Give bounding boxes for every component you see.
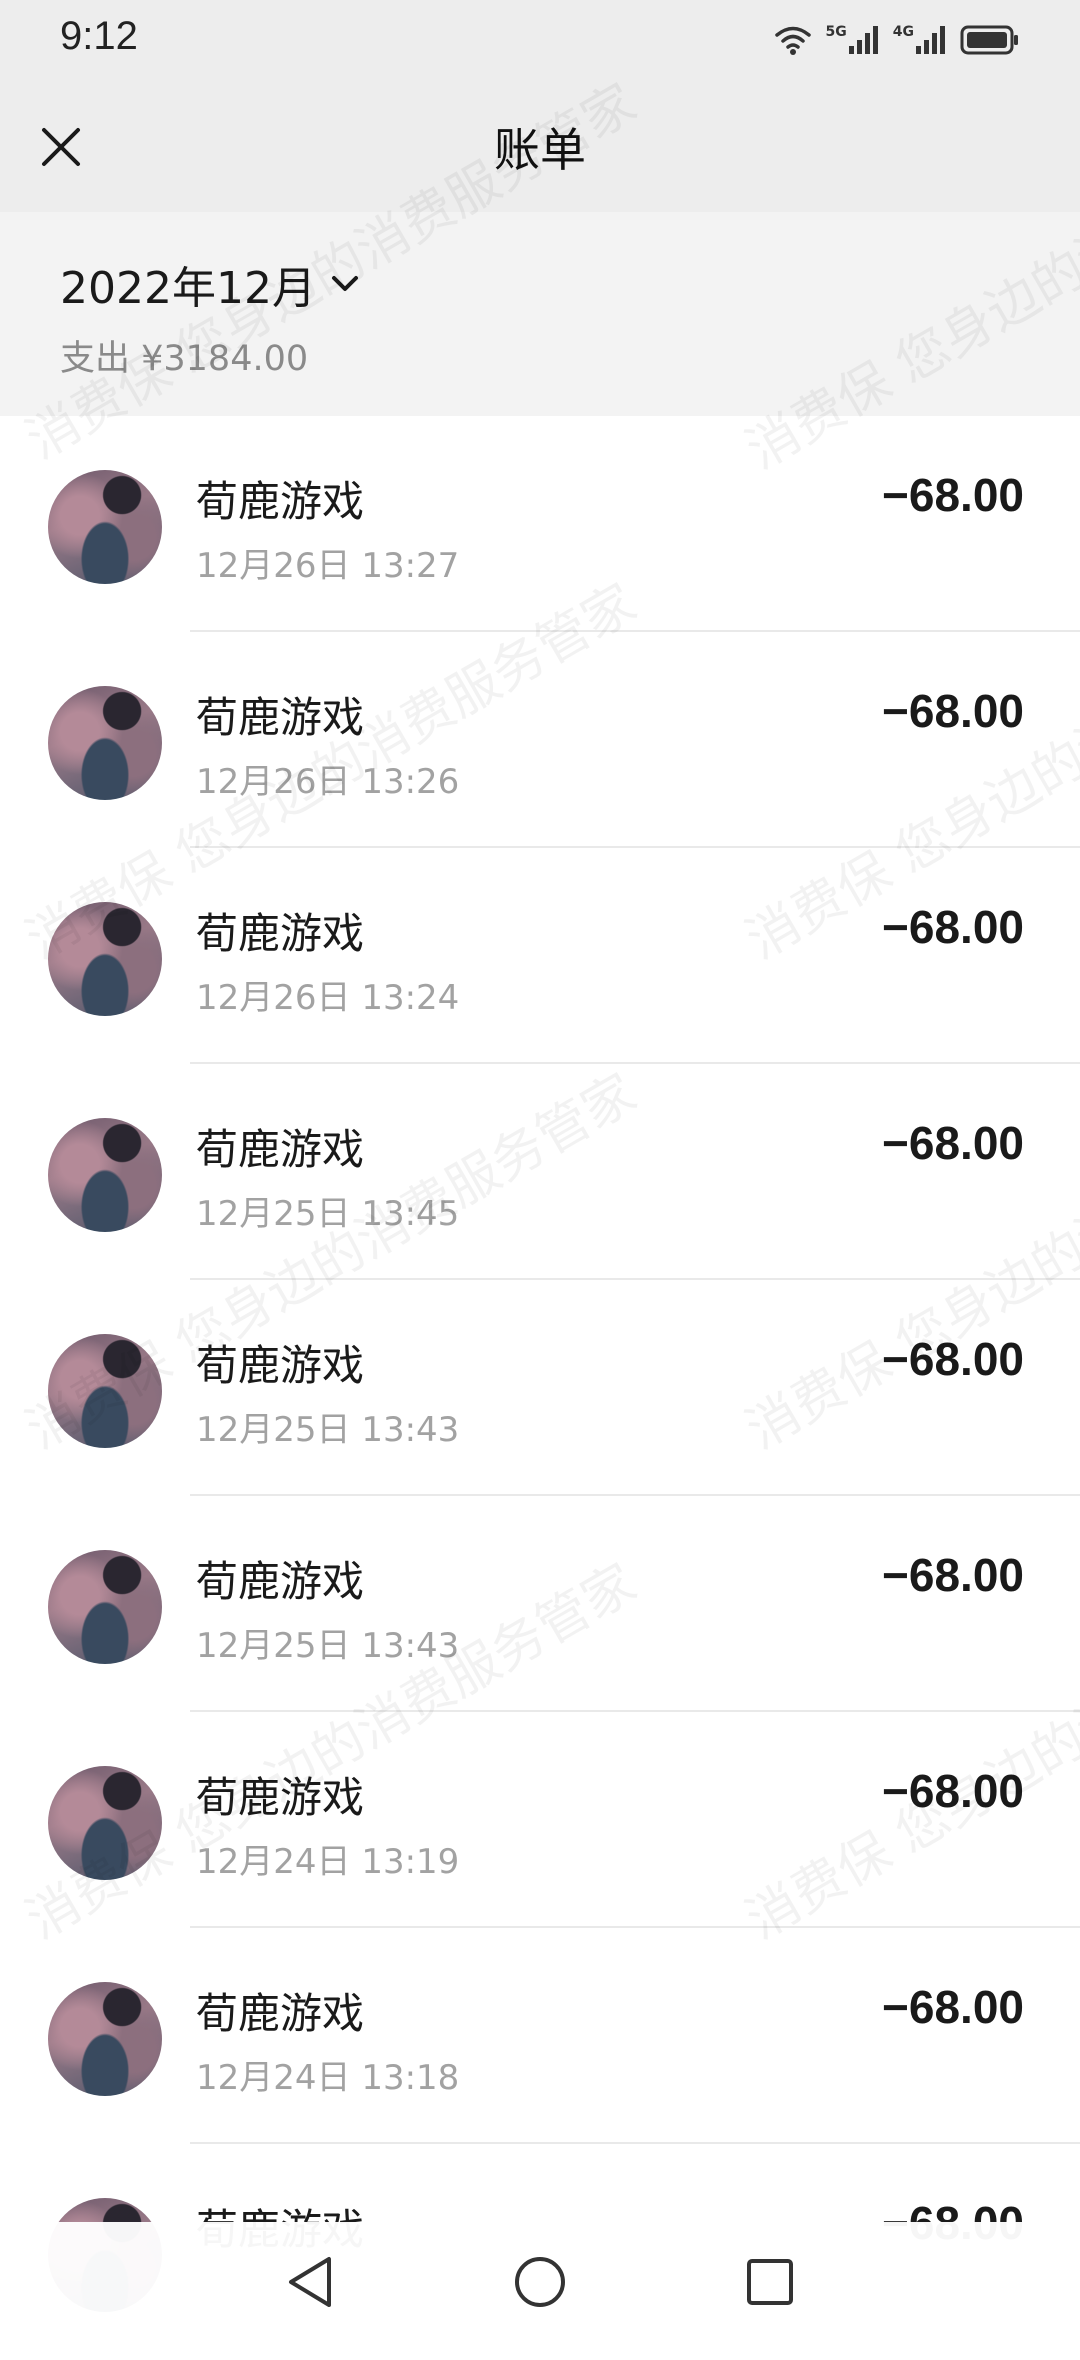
- month-label: 2022年12月: [60, 252, 316, 316]
- transaction-time: 12月25日 13:45: [196, 1186, 459, 1235]
- month-selector[interactable]: 2022年12月: [60, 252, 360, 316]
- merchant-avatar: [48, 470, 162, 584]
- transaction-row[interactable]: 荀鹿游戏 12月26日 13:27 −68.00: [0, 416, 1080, 632]
- transaction-row[interactable]: 荀鹿游戏 12月25日 13:43 −68.00: [0, 1496, 1080, 1712]
- home-button[interactable]: [508, 2250, 572, 2314]
- recents-square-icon: [745, 2257, 795, 2307]
- merchant-avatar: [48, 1982, 162, 2096]
- transaction-amount: −68.00: [882, 900, 1024, 954]
- merchant-name: 荀鹿游戏: [196, 468, 364, 529]
- back-button[interactable]: [278, 2250, 342, 2314]
- merchant-avatar: [48, 686, 162, 800]
- transaction-amount: −68.00: [882, 1548, 1024, 1602]
- transaction-list: 荀鹿游戏 12月26日 13:27 −68.00 荀鹿游戏 12月26日 13:…: [0, 416, 1080, 2360]
- network-5g-label: 5G: [826, 24, 847, 40]
- status-time: 9:12: [60, 14, 138, 59]
- signal-5g-icon: 5G: [826, 24, 879, 56]
- expense-total: 支出 ¥3184.00: [60, 330, 308, 381]
- merchant-avatar: [48, 1550, 162, 1664]
- home-circle-icon: [513, 2255, 567, 2309]
- transaction-row[interactable]: 荀鹿游戏 12月25日 13:45 −68.00: [0, 1064, 1080, 1280]
- transaction-row[interactable]: 荀鹿游戏 12月24日 13:18 −68.00: [0, 1928, 1080, 2144]
- nav-bar: 账单: [0, 80, 1080, 212]
- transaction-amount: −68.00: [882, 1116, 1024, 1170]
- transaction-row[interactable]: 荀鹿游戏 12月25日 13:43 −68.00: [0, 1280, 1080, 1496]
- transaction-amount: −68.00: [882, 1980, 1024, 2034]
- chevron-down-icon: [330, 274, 360, 294]
- transaction-row[interactable]: 荀鹿游戏 12月24日 13:19 −68.00: [0, 1712, 1080, 1928]
- transaction-time: 12月25日 13:43: [196, 1402, 459, 1451]
- recents-button[interactable]: [738, 2250, 802, 2314]
- status-bar: 9:12 5G 4G: [0, 0, 1080, 80]
- page-title: 账单: [0, 114, 1080, 180]
- back-triangle-icon: [285, 2255, 335, 2309]
- merchant-avatar: [48, 902, 162, 1016]
- merchant-avatar: [48, 1334, 162, 1448]
- merchant-name: 荀鹿游戏: [196, 1980, 364, 2041]
- merchant-name: 荀鹿游戏: [196, 684, 364, 745]
- month-summary-header: 2022年12月 支出 ¥3184.00: [0, 212, 1080, 416]
- transaction-time: 12月26日 13:27: [196, 538, 459, 587]
- transaction-row[interactable]: 荀鹿游戏 12月26日 13:24 −68.00: [0, 848, 1080, 1064]
- transaction-row[interactable]: 荀鹿游戏 12月26日 13:26 −68.00: [0, 632, 1080, 848]
- merchant-name: 荀鹿游戏: [196, 1332, 364, 1393]
- transaction-amount: −68.00: [882, 684, 1024, 738]
- network-4g-label: 4G: [893, 24, 914, 40]
- transaction-time: 12月25日 13:43: [196, 1618, 459, 1667]
- battery-icon: [960, 24, 1020, 56]
- merchant-avatar: [48, 1766, 162, 1880]
- merchant-name: 荀鹿游戏: [196, 1764, 364, 1825]
- status-icons: 5G 4G: [774, 18, 1020, 62]
- wifi-icon: [774, 24, 812, 56]
- merchant-name: 荀鹿游戏: [196, 900, 364, 961]
- merchant-name: 荀鹿游戏: [196, 1548, 364, 1609]
- system-nav-bar: [0, 2222, 1080, 2340]
- transaction-amount: −68.00: [882, 1332, 1024, 1386]
- transaction-time: 12月24日 13:18: [196, 2050, 459, 2099]
- merchant-name: 荀鹿游戏: [196, 1116, 364, 1177]
- transaction-time: 12月24日 13:19: [196, 1834, 459, 1883]
- transaction-time: 12月26日 13:24: [196, 970, 459, 1019]
- transaction-amount: −68.00: [882, 1764, 1024, 1818]
- transaction-amount: −68.00: [882, 468, 1024, 522]
- merchant-avatar: [48, 1118, 162, 1232]
- transaction-time: 12月26日 13:26: [196, 754, 459, 803]
- signal-4g-icon: 4G: [893, 24, 946, 56]
